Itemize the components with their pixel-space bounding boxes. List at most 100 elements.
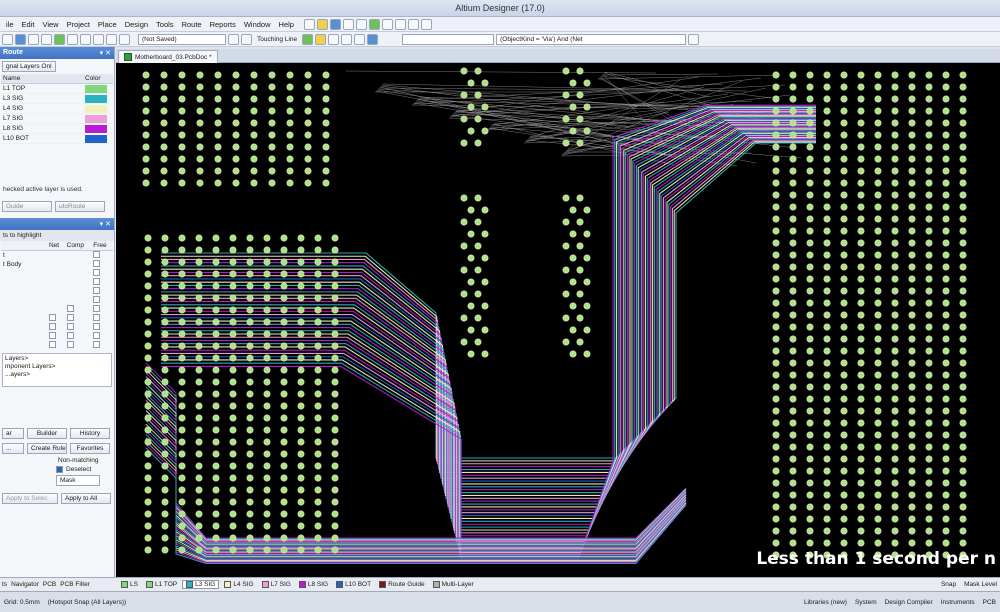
menu-window[interactable]: Window <box>240 20 275 29</box>
place-pad-icon[interactable] <box>67 33 78 45</box>
layer-row[interactable]: L1 TOP <box>1 83 113 94</box>
status-design-compiler[interactable]: Design Compiler <box>881 599 937 606</box>
apply-filter-icon[interactable] <box>688 33 700 45</box>
layer-row[interactable]: L7 SIG <box>1 113 113 124</box>
layer-tab-l8-sig[interactable]: L8 SIG <box>296 581 331 588</box>
layer-color-swatch[interactable] <box>85 134 107 143</box>
status-instruments[interactable]: Instruments <box>937 599 979 606</box>
route-icon[interactable] <box>368 18 380 30</box>
layer-row[interactable]: L4 SIG <box>1 103 113 114</box>
layer-tab-l3-sig[interactable]: L3 SIG <box>182 580 220 589</box>
menu-route[interactable]: Route <box>178 20 206 29</box>
component-icon[interactable] <box>354 33 366 45</box>
filter-icon[interactable] <box>302 33 314 45</box>
guide-button[interactable]: Guide <box>2 201 52 212</box>
net-checkbox[interactable] <box>49 332 56 339</box>
fit-icon[interactable] <box>28 33 39 45</box>
move-icon[interactable] <box>394 18 406 30</box>
filter-panel-close-icon[interactable]: ▾ ✕ <box>100 220 111 228</box>
layer-row[interactable]: L10 BOT <box>1 133 113 144</box>
mask-level-button[interactable]: Mask Level <box>961 581 1000 588</box>
redo-icon[interactable] <box>420 18 432 30</box>
free-checkbox[interactable] <box>93 332 101 339</box>
free-checkbox[interactable] <box>93 314 101 321</box>
layer-color-swatch[interactable] <box>85 104 107 113</box>
menu-reports[interactable]: Reports <box>206 20 240 29</box>
layer-tab-l4-sig[interactable]: L4 SIG <box>221 581 256 588</box>
panel-pin-icon[interactable]: ▾ ✕ <box>100 49 111 57</box>
menu-project[interactable]: Project <box>63 20 94 29</box>
print-icon[interactable] <box>342 18 354 30</box>
layer-color-swatch[interactable] <box>85 114 107 123</box>
place-via-icon[interactable] <box>80 33 91 45</box>
status-system[interactable]: System <box>851 599 881 606</box>
open-folder-icon[interactable] <box>316 18 328 30</box>
net-checkbox[interactable] <box>49 341 56 348</box>
document-state-combo[interactable]: (Not Saved) <box>138 33 226 45</box>
menu-help[interactable]: Help <box>275 20 298 29</box>
layer-icon[interactable] <box>367 33 379 45</box>
panel-tab-navigator[interactable]: Navigator <box>11 581 39 588</box>
create-rule-button[interactable]: Create Rule <box>27 443 67 454</box>
zoom-icon[interactable] <box>355 18 367 30</box>
menu-view[interactable]: View <box>38 20 62 29</box>
clear-button[interactable]: ar <box>2 428 24 439</box>
apply-to-all-button[interactable]: Apply to All <box>61 493 111 504</box>
favorites-button[interactable]: Favorites <box>70 443 110 454</box>
status-libraries[interactable]: Libraries (new) <box>800 599 851 606</box>
free-checkbox[interactable] <box>93 278 101 285</box>
layer-tab-l7-sig[interactable]: L7 SIG <box>259 581 294 588</box>
save-icon[interactable] <box>329 18 341 30</box>
layer-tab-l10-bot[interactable]: L10 BOT <box>333 581 374 588</box>
clear-filter-icon[interactable] <box>328 33 340 45</box>
deselect-checkbox[interactable] <box>56 466 63 473</box>
list-item[interactable]: Layers> <box>5 355 109 363</box>
comp-checkbox[interactable] <box>66 323 74 330</box>
layer-row[interactable]: L8 SIG <box>1 123 113 134</box>
history-button[interactable]: History <box>70 428 110 439</box>
free-checkbox[interactable] <box>93 296 101 303</box>
net-checkbox[interactable] <box>49 323 56 330</box>
menu-tools[interactable]: Tools <box>152 20 178 29</box>
interactive-route-icon[interactable] <box>54 33 65 45</box>
comp-checkbox[interactable] <box>66 341 74 348</box>
tab-motherboard[interactable]: Motherboard_03.PcbDoc * <box>118 50 218 63</box>
layer-tab-l1-top[interactable]: L1 TOP <box>143 581 180 588</box>
list-item[interactable]: mponent Layers> <box>5 363 109 371</box>
menu-place[interactable]: Place <box>94 20 121 29</box>
net-checkbox[interactable] <box>49 314 56 321</box>
place-arc-icon[interactable] <box>119 33 130 45</box>
undo-icon[interactable] <box>407 18 419 30</box>
filter-query-combo[interactable]: (ObjectKind = 'Via') And (Net <box>496 33 687 45</box>
comp-checkbox[interactable] <box>66 332 74 339</box>
layer-tab-multi-layer[interactable]: Multi-Layer <box>430 581 477 588</box>
menu-design[interactable]: Design <box>121 20 152 29</box>
filter-empty-combo[interactable] <box>402 33 495 45</box>
pcb-canvas[interactable]: Less than 1 second per n <box>116 63 1000 577</box>
layer-color-swatch[interactable] <box>85 124 107 133</box>
more-button[interactable]: ... <box>2 443 24 454</box>
highlight-icon[interactable] <box>241 33 252 45</box>
panel-tab-pcb[interactable]: PCB <box>43 581 56 588</box>
net-icon[interactable] <box>341 33 353 45</box>
open-icon[interactable] <box>2 33 13 45</box>
comp-checkbox[interactable] <box>66 314 74 321</box>
panel-tab-pcb-filter[interactable]: PCB Filter <box>60 581 90 588</box>
layer-tab-route-guide[interactable]: Route Guide <box>376 581 428 588</box>
select-icon[interactable] <box>381 18 393 30</box>
layer-listbox[interactable]: Layers> mponent Layers> ...ayers> <box>2 353 112 387</box>
layer-color-swatch[interactable] <box>85 94 107 103</box>
mask-combo[interactable]: Mask <box>56 475 100 486</box>
comp-checkbox[interactable] <box>66 305 74 312</box>
status-pcb[interactable]: PCB <box>979 599 1000 606</box>
panel-tab-0[interactable]: ts <box>2 581 7 588</box>
free-checkbox[interactable] <box>93 341 101 348</box>
free-checkbox[interactable] <box>93 323 101 330</box>
layer-row[interactable]: L3 SIG <box>1 93 113 104</box>
free-checkbox[interactable] <box>93 269 101 276</box>
menu-ile[interactable]: ile <box>2 20 18 29</box>
place-line-icon[interactable] <box>106 33 117 45</box>
signal-layers-only-button[interactable]: gnal Layers Onl <box>2 61 56 72</box>
selection-mode[interactable]: Touching Line <box>254 36 300 43</box>
layer-color-swatch[interactable] <box>85 84 107 93</box>
